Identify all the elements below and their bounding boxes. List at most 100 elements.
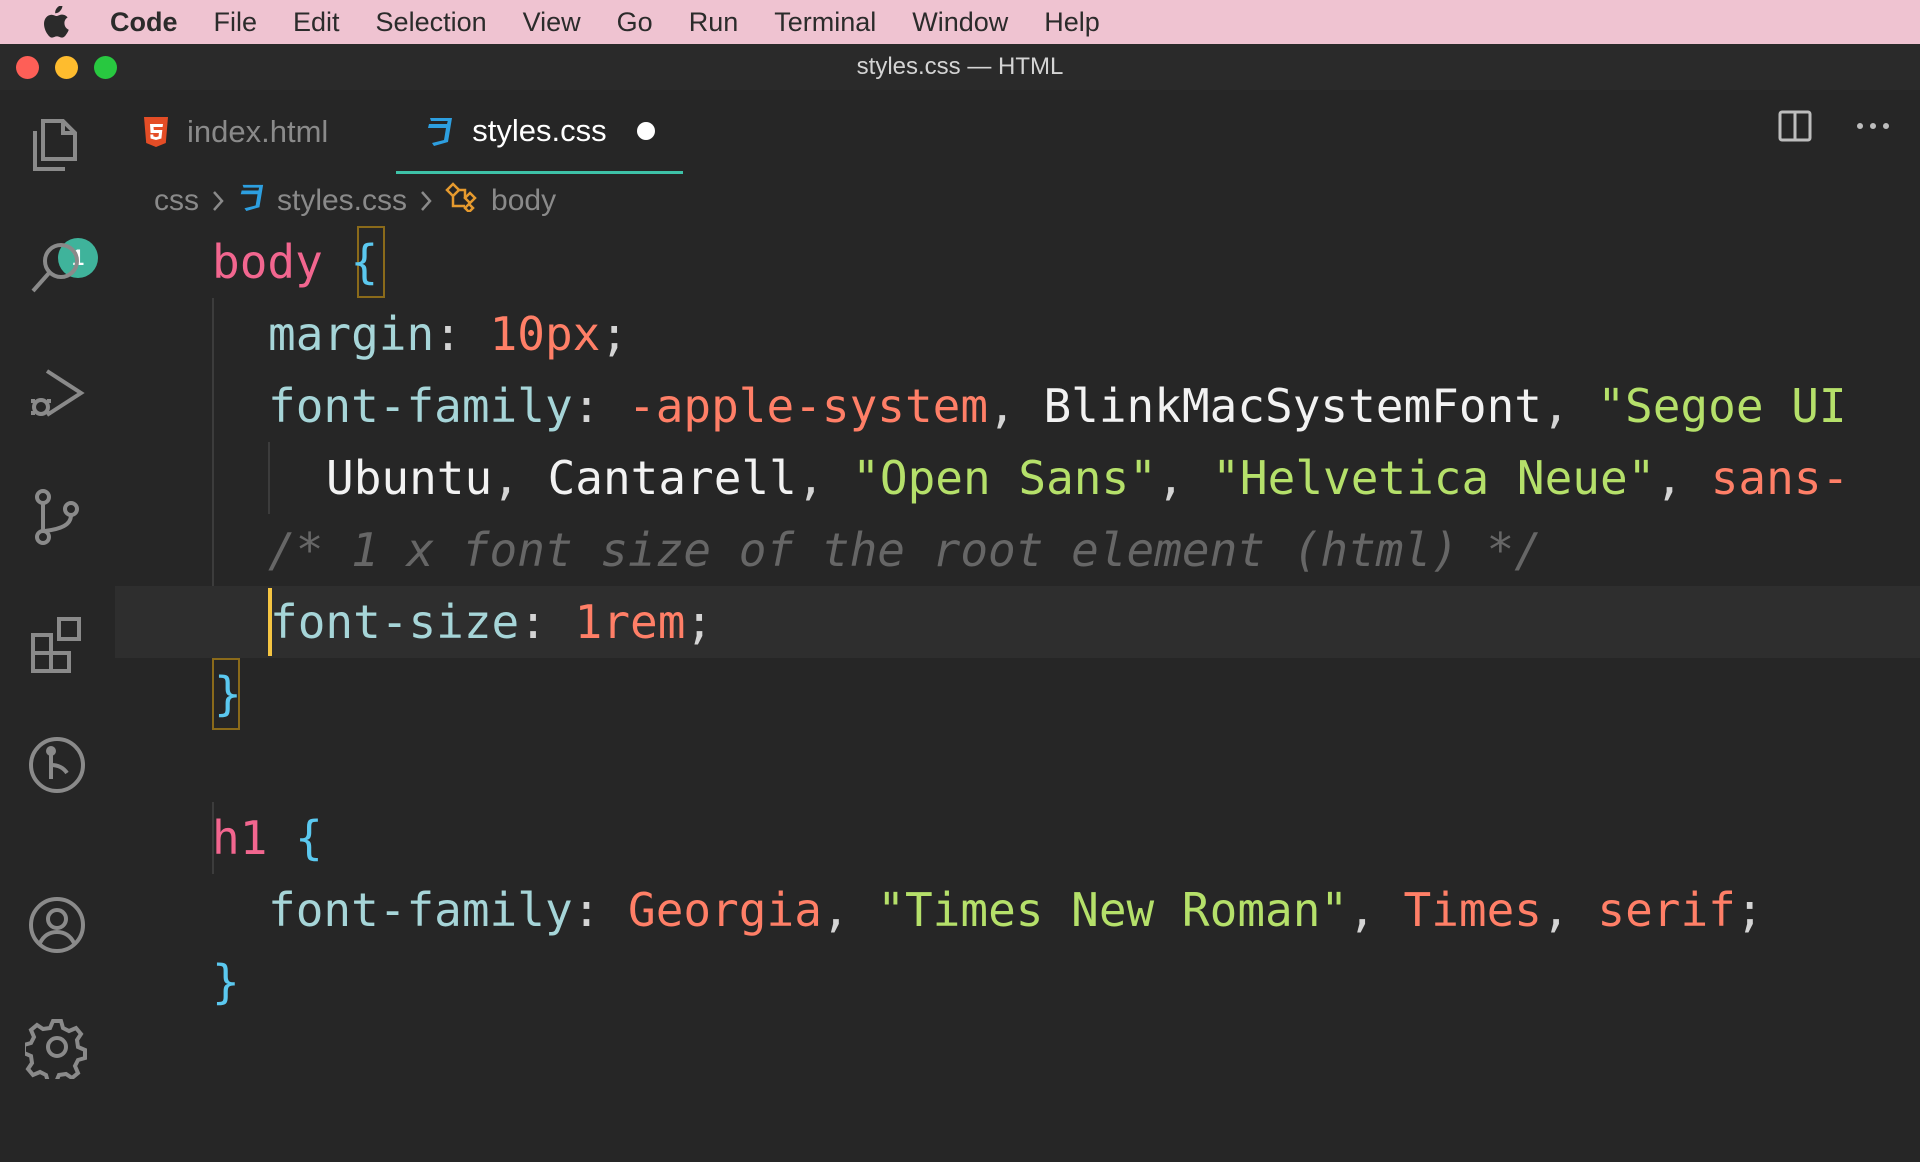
css-property: margin — [268, 307, 435, 361]
zoom-window-button[interactable] — [94, 56, 117, 79]
symbol-class-icon — [445, 182, 479, 220]
css-property: font-family — [268, 883, 573, 937]
code-editor[interactable]: body { margin: 10px; font-family: -apple… — [115, 226, 1920, 1080]
menu-file[interactable]: File — [196, 7, 276, 38]
tab-label: styles.css — [472, 112, 607, 148]
explorer-button[interactable] — [22, 110, 92, 180]
comma: , — [1348, 883, 1404, 937]
menu-edit[interactable]: Edit — [275, 7, 358, 38]
css-string: "Times New Roman" — [877, 883, 1349, 937]
more-actions-icon[interactable] — [1856, 121, 1890, 131]
apple-menu[interactable] — [0, 6, 110, 38]
extensions-icon — [31, 617, 81, 673]
menu-go[interactable]: Go — [599, 7, 671, 38]
settings-gear-icon — [25, 1019, 87, 1079]
code-line: } — [115, 658, 1920, 730]
css-string: "Helvetica Neue" — [1212, 451, 1656, 505]
split-editor-icon[interactable] — [1778, 110, 1812, 142]
colon: : — [519, 595, 575, 649]
colon: : — [434, 307, 490, 361]
search-icon — [31, 243, 79, 293]
css3-icon — [424, 116, 454, 146]
comma: , — [796, 451, 853, 505]
open-brace: { — [295, 811, 323, 865]
window-title-bar: styles.css — HTML — [0, 44, 1920, 90]
html5-icon — [143, 117, 169, 147]
remote-icon — [29, 737, 85, 793]
close-window-button[interactable] — [16, 56, 39, 79]
css-string: "Open Sans" — [852, 451, 1157, 505]
text-cursor — [268, 588, 272, 656]
css-value: serif — [1597, 883, 1736, 937]
code-line: body { — [115, 226, 1920, 298]
run-debug-button[interactable] — [22, 358, 92, 428]
menu-window[interactable]: Window — [894, 7, 1026, 38]
chevron-right-icon — [419, 189, 433, 213]
breadcrumb-folder[interactable]: css — [154, 184, 199, 218]
breadcrumb-symbol[interactable]: body — [491, 184, 556, 218]
colon: : — [572, 379, 629, 433]
css-value: sans- — [1710, 451, 1850, 505]
css-string: "Segoe UI — [1597, 379, 1847, 433]
comma: , — [1541, 379, 1598, 433]
css-value: Times — [1403, 883, 1542, 937]
open-brace: { — [350, 235, 379, 289]
code-line-current: font-size: 1rem; — [115, 586, 1920, 658]
activity-bar: 1 — [0, 90, 115, 1080]
tab-index-html[interactable]: index.html — [115, 90, 356, 174]
menu-selection[interactable]: Selection — [358, 7, 505, 38]
close-brace: } — [214, 667, 242, 721]
account-icon — [29, 897, 85, 953]
menu-run[interactable]: Run — [671, 7, 757, 38]
css-selector: h1 — [212, 811, 268, 865]
breadcrumb-file[interactable]: styles.css — [277, 184, 407, 218]
menu-terminal[interactable]: Terminal — [756, 7, 894, 38]
macos-menu-bar: Code File Edit Selection View Go Run Ter… — [0, 0, 1920, 44]
breadcrumb: css styles.css body — [154, 178, 556, 224]
css-selector: body — [212, 235, 323, 289]
menu-view[interactable]: View — [505, 7, 599, 38]
comma: , — [492, 451, 548, 505]
css-value: 10px — [489, 307, 601, 361]
code-line: font-family: -apple-system, BlinkMacSyst… — [115, 370, 1920, 442]
window-title: styles.css — HTML — [856, 53, 1064, 80]
editor-tabs: index.html styles.css — [115, 90, 1920, 174]
menu-help[interactable]: Help — [1026, 7, 1118, 38]
apple-icon — [44, 6, 69, 38]
css-comment: /* 1 x font size of the root element (ht… — [268, 523, 1542, 577]
css-value: Georgia — [628, 883, 822, 937]
window-controls — [16, 56, 117, 79]
colon: : — [572, 883, 629, 937]
manage-button[interactable] — [22, 1012, 92, 1082]
code-line: } — [115, 946, 1920, 1018]
extensions-button[interactable] — [22, 608, 92, 678]
semicolon: ; — [600, 307, 629, 361]
css-value: -apple-system — [628, 379, 989, 433]
code-line: margin: 10px; — [115, 298, 1920, 370]
css-value: 1rem — [574, 595, 686, 649]
code-line: h1 { — [115, 802, 1920, 874]
code-line: Ubuntu, Cantarell, "Open Sans", "Helveti… — [115, 442, 1920, 514]
css-value: BlinkMacSystemFont — [1043, 379, 1542, 433]
semicolon: ; — [685, 595, 714, 649]
close-brace: } — [212, 955, 240, 1009]
editor-actions — [1778, 110, 1890, 142]
unsaved-dot-icon[interactable] — [636, 121, 655, 140]
source-control-icon — [35, 489, 79, 545]
code-line: /* 1 x font size of the root element (ht… — [115, 514, 1920, 586]
code-line: font-family: Georgia, "Times New Roman",… — [115, 874, 1920, 946]
source-control-button[interactable] — [22, 482, 92, 552]
comma: , — [1156, 451, 1213, 505]
files-icon — [33, 119, 77, 171]
remote-explorer-button[interactable] — [22, 730, 92, 800]
search-button[interactable] — [22, 232, 92, 302]
run-debug-icon — [31, 369, 85, 417]
minimize-window-button[interactable] — [55, 56, 78, 79]
css-property: font-size — [270, 595, 520, 649]
accounts-button[interactable] — [22, 890, 92, 960]
tab-styles-css[interactable]: styles.css — [396, 90, 683, 174]
css-value: Cantarell — [547, 451, 797, 505]
comma: , — [821, 883, 878, 937]
css-property: font-family — [268, 379, 573, 433]
menu-app-code[interactable]: Code — [110, 7, 196, 38]
